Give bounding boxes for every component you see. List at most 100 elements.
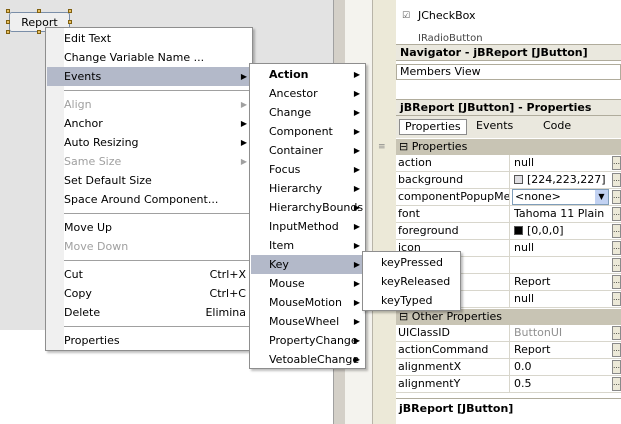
submenu-arrow-icon: ▶ [353, 260, 360, 269]
menu-item-move-down[interactable]: Move Down [47, 237, 252, 256]
menu-item-delete[interactable]: Delete Elimina [47, 303, 252, 322]
menu-item-hierarchybounds[interactable]: HierarchyBounds ▶ [251, 198, 365, 217]
property-row-alignmenty[interactable]: alignmentY 0.5 … [396, 376, 621, 393]
palette-item-jcheckbox[interactable]: JCheckBox [418, 9, 476, 22]
navigator-view-select[interactable]: Members View [396, 64, 621, 80]
palette-item-jradiobutton[interactable]: JRadioButton [418, 33, 483, 41]
menu-item-align[interactable]: Align ▶ [47, 95, 252, 114]
menu-item-copy[interactable]: Copy Ctrl+C [47, 284, 252, 303]
menu-item-keytyped[interactable]: keyTyped [364, 291, 460, 310]
ellipsis-button[interactable]: … [612, 360, 621, 374]
properties-tabs: Properties Events Code [396, 116, 621, 138]
property-row-alignmentx[interactable]: alignmentX 0.0 … [396, 359, 621, 376]
menu-item-set-default-size[interactable]: Set Default Size [47, 171, 252, 190]
menu-item-properties[interactable]: Properties [47, 331, 252, 350]
submenu-arrow-icon: ▶ [240, 138, 247, 147]
submenu-arrow-icon: ▶ [353, 203, 360, 212]
menu-item-anchor[interactable]: Anchor ▶ [47, 114, 252, 133]
selection-handle[interactable] [68, 20, 72, 24]
ellipsis-button[interactable]: … [612, 377, 621, 391]
ellipsis-button[interactable]: … [612, 224, 621, 238]
menu-item-hierarchy[interactable]: Hierarchy ▶ [251, 179, 365, 198]
chevron-down-icon[interactable]: ▼ [595, 190, 608, 204]
ellipsis-button[interactable]: … [612, 190, 621, 204]
menu-item-action[interactable]: Action ▶ [251, 65, 365, 84]
menu-item-change[interactable]: Change ▶ [251, 103, 365, 122]
properties-title: jBReport [JButton] - Properties [396, 99, 621, 116]
property-row-background[interactable]: background [224,223,227] … [396, 172, 621, 189]
menu-item-container[interactable]: Container ▶ [251, 141, 365, 160]
component-palette: ☑ JCheckBox JRadioButton [396, 0, 621, 44]
submenu-arrow-icon: ▶ [353, 108, 360, 117]
selection-handle[interactable] [6, 9, 10, 13]
splitter-grip-icon[interactable]: ≡ [378, 142, 386, 152]
menu-item-key[interactable]: Key ▶ [251, 255, 365, 274]
selection-handle[interactable] [37, 30, 41, 34]
ellipsis-button[interactable]: … [612, 207, 621, 221]
menu-item-keypressed[interactable]: keyPressed [364, 253, 460, 272]
color-swatch [514, 226, 523, 235]
menu-item-auto-resizing[interactable]: Auto Resizing ▶ [47, 133, 252, 152]
submenu-arrow-icon: ▶ [240, 100, 247, 109]
key-submenu: keyPressed keyReleased keyTyped [362, 251, 461, 311]
menu-item-propertychange[interactable]: PropertyChange ▶ [251, 331, 365, 350]
color-swatch [514, 175, 523, 184]
property-row-uiclassid[interactable]: UIClassID ButtonUI … [396, 325, 621, 342]
menu-item-edit-text[interactable]: Edit Text [47, 29, 252, 48]
submenu-arrow-icon: ▶ [353, 317, 360, 326]
property-row-componentpopupmenu[interactable]: componentPopupMenu <none> ▼ … [396, 189, 621, 206]
selection-handle[interactable] [68, 9, 72, 13]
pane-splitter[interactable] [372, 0, 396, 424]
submenu-arrow-icon: ▶ [353, 298, 360, 307]
submenu-arrow-icon: ▶ [353, 127, 360, 136]
ellipsis-button[interactable]: … [612, 326, 621, 340]
menu-item-space-around-component[interactable]: Space Around Component... [47, 190, 252, 209]
menu-item-mouse[interactable]: Mouse ▶ [251, 274, 365, 293]
section-other-properties[interactable]: ⊟ Other Properties [396, 309, 621, 325]
menu-item-keyreleased[interactable]: keyReleased [364, 272, 460, 291]
ellipsis-button[interactable]: … [612, 258, 621, 272]
menu-item-cut[interactable]: Cut Ctrl+X [47, 265, 252, 284]
selection-handle[interactable] [6, 30, 10, 34]
menu-item-same-size[interactable]: Same Size ▶ [47, 152, 252, 171]
ellipsis-button[interactable]: … [612, 343, 621, 357]
tab-code[interactable]: Code [538, 119, 576, 135]
menu-item-component[interactable]: Component ▶ [251, 122, 365, 141]
submenu-arrow-icon: ▶ [353, 70, 360, 79]
checkbox-icon: ☑ [402, 11, 411, 21]
submenu-arrow-icon: ▶ [353, 146, 360, 155]
menu-item-focus[interactable]: Focus ▶ [251, 160, 365, 179]
submenu-arrow-icon: ▶ [353, 184, 360, 193]
menu-item-mousemotion[interactable]: MouseMotion ▶ [251, 293, 365, 312]
events-submenu: Action ▶ Ancestor ▶ Change ▶ Component ▶ Con… [249, 63, 366, 369]
menu-item-ancestor[interactable]: Ancestor ▶ [251, 84, 365, 103]
tab-properties[interactable]: Properties [399, 119, 467, 135]
selection-handle[interactable] [6, 20, 10, 24]
property-row-action[interactable]: action null … [396, 155, 621, 172]
property-row-font[interactable]: font Tahoma 11 Plain … [396, 206, 621, 223]
section-properties[interactable]: ⊟ Properties [396, 139, 621, 155]
menu-item-mousewheel[interactable]: MouseWheel ▶ [251, 312, 365, 331]
ellipsis-button[interactable]: … [612, 275, 621, 289]
selection-handle[interactable] [37, 9, 41, 13]
tab-events[interactable]: Events [471, 119, 518, 135]
property-row-foreground[interactable]: foreground [0,0,0] … [396, 223, 621, 240]
menu-item-vetoablechange[interactable]: VetoableChange ▶ [251, 350, 365, 369]
menu-item-change-variable-name[interactable]: Change Variable Name ... [47, 48, 252, 67]
context-menu: Edit Text Change Variable Name ... Event… [45, 27, 253, 351]
ellipsis-button[interactable]: … [612, 241, 621, 255]
menu-item-events[interactable]: Events ▶ [47, 67, 252, 86]
submenu-arrow-icon: ▶ [353, 279, 360, 288]
submenu-arrow-icon: ▶ [353, 165, 360, 174]
popup-menu-select[interactable]: <none> ▼ [512, 189, 609, 205]
submenu-arrow-icon: ▶ [353, 241, 360, 250]
property-row-actioncommand[interactable]: actionCommand Report … [396, 342, 621, 359]
menu-item-move-up[interactable]: Move Up [47, 218, 252, 237]
submenu-arrow-icon: ▶ [240, 157, 247, 166]
ellipsis-button[interactable]: … [612, 173, 621, 187]
ellipsis-button[interactable]: … [612, 156, 621, 170]
menu-item-item[interactable]: Item ▶ [251, 236, 365, 255]
ellipsis-button[interactable]: … [612, 292, 621, 306]
submenu-arrow-icon: ▶ [353, 89, 360, 98]
menu-item-inputmethod[interactable]: InputMethod ▶ [251, 217, 365, 236]
